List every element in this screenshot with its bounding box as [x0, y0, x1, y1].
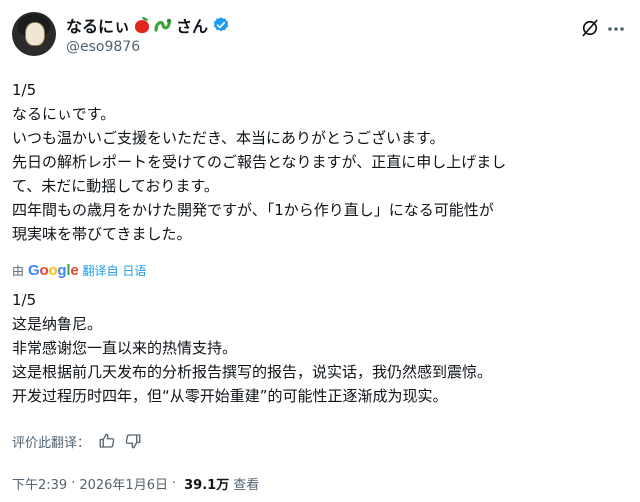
grok-icon[interactable] [580, 18, 600, 38]
translated-line: 这是根据前几天发布的分析报告撰写的报告，说实话，我仍然感到震惊。 [12, 363, 493, 381]
translated-line: 这是纳鲁尼。 [12, 315, 103, 333]
snake-emoji-icon [154, 18, 172, 32]
views-label: 查看 [233, 477, 260, 493]
views-count: 39.1万 [184, 477, 230, 493]
author-display-name[interactable]: なるにぃ [66, 13, 130, 37]
avatar[interactable] [12, 12, 56, 56]
tweet-line: 先日の解析レポートを受けてのご報告となりますが、正直に申し上げまし [12, 153, 507, 171]
google-letter: G [28, 261, 40, 279]
translated-line: 开发过程历时四年，但“从零开始重建”的可能性正逐渐成为现实。 [12, 387, 448, 405]
tweet-time[interactable]: 下午2:39 [12, 474, 67, 493]
tweet-date[interactable]: 2026年1月6日 [79, 474, 168, 493]
meta-separator: · [171, 475, 177, 491]
translated-line: 1/5 [12, 291, 37, 309]
more-options-icon[interactable] [606, 22, 626, 36]
author-handle[interactable]: @eso9876 [66, 39, 140, 55]
tweet-line: 現実味を帯びてきました。 [12, 225, 192, 243]
tweet-line: 四年間もの歳月をかけた開発ですが、「1から作り直し」になる可能性が [12, 201, 494, 219]
translated-by-label: 由 [12, 263, 25, 278]
tweet-line: て、未だに動揺しております。 [12, 177, 219, 195]
thumbs-down-icon[interactable] [124, 432, 142, 450]
author-name-row[interactable]: なるにぃ さん [66, 14, 230, 36]
tweet-translated-text: 1/5 这是纳鲁尼。 非常感谢您一直以来的热情支持。 这是根据前几天发布的分析报… [12, 288, 628, 408]
tweet-line: いつも温かいご支援をいただき、本当にありがとうございます。 [12, 129, 445, 147]
author-name-suffix[interactable]: さん [176, 13, 208, 37]
avatar-face [25, 22, 45, 46]
tweet-line: 1/5 [12, 81, 37, 99]
google-logo: Google [28, 262, 79, 279]
google-letter: e [70, 261, 79, 279]
verified-badge-icon[interactable] [212, 16, 230, 34]
translated-from-link[interactable]: 翻译自 日语 [83, 262, 147, 279]
translated-line: 非常感谢您一直以来的热情支持。 [12, 339, 238, 357]
meta-separator: · [71, 475, 76, 491]
tweet-meta: 下午2:39 · 2026年1月6日 · 39.1万 查看 [12, 473, 259, 493]
translation-attribution: 由 Google 翻译自 日语 [12, 260, 146, 280]
tweet-line: なるにぃです。 [12, 105, 116, 123]
tweet-header: なるにぃ さん @eso9876 [0, 0, 640, 70]
rate-translation-label: 评价此翻译： [12, 435, 91, 451]
tweet-original-text: 1/5 なるにぃです。 いつも温かいご支援をいただき、本当にありがとうございます… [12, 78, 628, 246]
apple-emoji-icon [134, 17, 150, 33]
rate-translation-row: 评价此翻译： [12, 430, 142, 452]
thumbs-up-icon[interactable] [98, 432, 116, 450]
